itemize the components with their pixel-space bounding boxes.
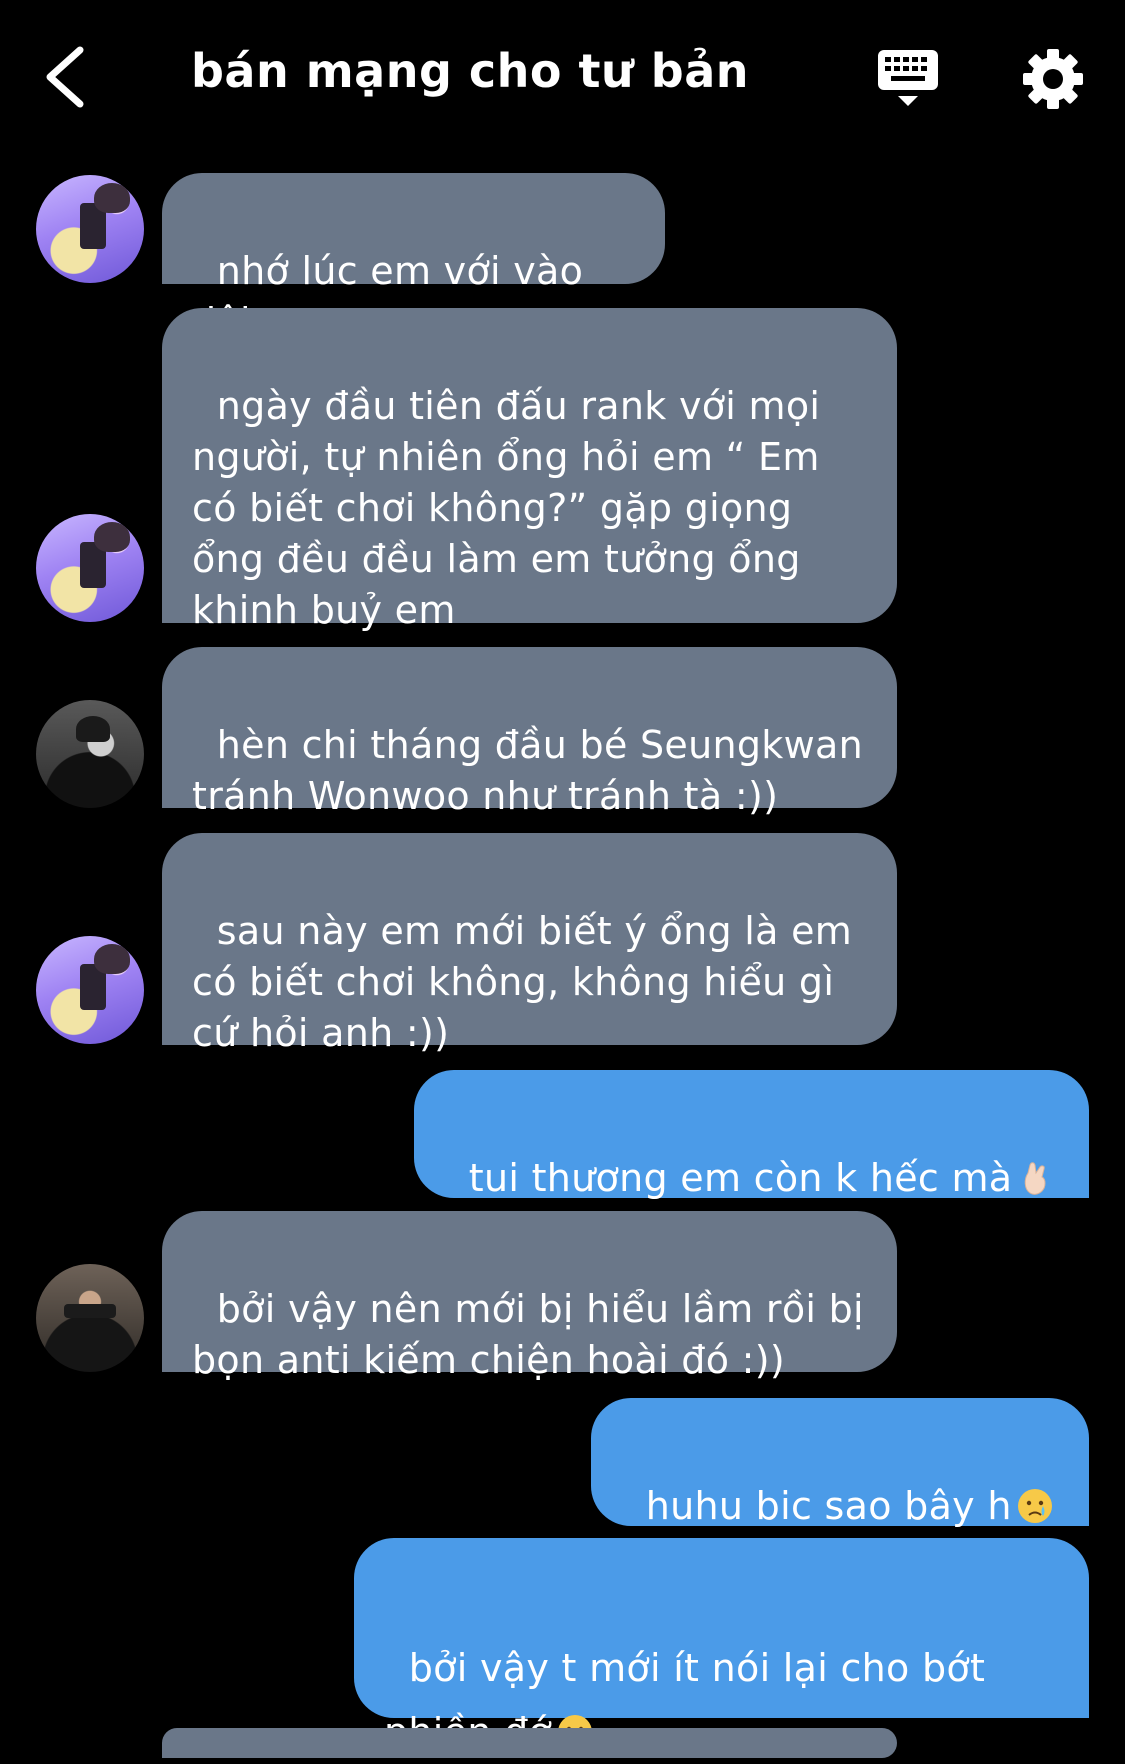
message-bubble-incoming[interactable]: bởi vậy nên mới bị hiểu lầm rồi bị bọn a…: [162, 1211, 897, 1382]
message-bubble-outgoing[interactable]: huhu bic sao bây h: [591, 1398, 1089, 1528]
message-bubble-incoming[interactable]: hèn chi tháng đầu bé Seungkwan tránh Won…: [162, 647, 897, 818]
message-bubble-incoming[interactable]: nhớ lúc em với vào đội: [162, 173, 665, 344]
settings-button[interactable]: [1021, 47, 1085, 111]
message-text: bởi vậy nên mới bị hiểu lầm rồi bị bọn a…: [192, 1287, 864, 1382]
message-bubble-incoming[interactable]: sau này em mới biết ý ổng là em có biết …: [162, 833, 897, 1055]
message-text: hèn chi tháng đầu bé Seungkwan tránh Won…: [192, 723, 863, 818]
message-bubble-incoming[interactable]: ngày đầu tiên đấu rank với mọi người, tự…: [162, 308, 897, 632]
chat-title: bán mạng cho tư bản: [191, 44, 749, 98]
sender-avatar[interactable]: [36, 700, 144, 808]
keyboard-button[interactable]: [876, 48, 940, 112]
sender-avatar[interactable]: [36, 936, 144, 1044]
message-bubble-outgoing[interactable]: bởi vậy t mới ít nói lại cho bớt phiền đ…: [354, 1538, 1089, 1754]
keyboard-icon: [878, 50, 938, 106]
message-text: sau này em mới biết ý ổng là em có biết …: [192, 909, 853, 1055]
message-text: huhu bic sao bây h: [645, 1484, 1012, 1528]
sender-avatar[interactable]: [36, 175, 144, 283]
message-bubble-incoming-partial[interactable]: [162, 1728, 897, 1758]
pinched-fingers-emoji: [1025, 1162, 1046, 1195]
sender-avatar[interactable]: [36, 1264, 144, 1372]
message-text: ngày đầu tiên đấu rank với mọi người, tự…: [192, 384, 821, 632]
chat-header: bán mạng cho tư bản: [0, 0, 1125, 150]
gear-icon: [1023, 49, 1083, 109]
message-bubble-outgoing[interactable]: tui thương em còn k hếc mà: [414, 1070, 1089, 1200]
message-text: tui thương em còn k hếc mà: [468, 1156, 1013, 1200]
sender-avatar[interactable]: [36, 514, 144, 622]
crying-face-emoji: [1017, 1489, 1052, 1523]
